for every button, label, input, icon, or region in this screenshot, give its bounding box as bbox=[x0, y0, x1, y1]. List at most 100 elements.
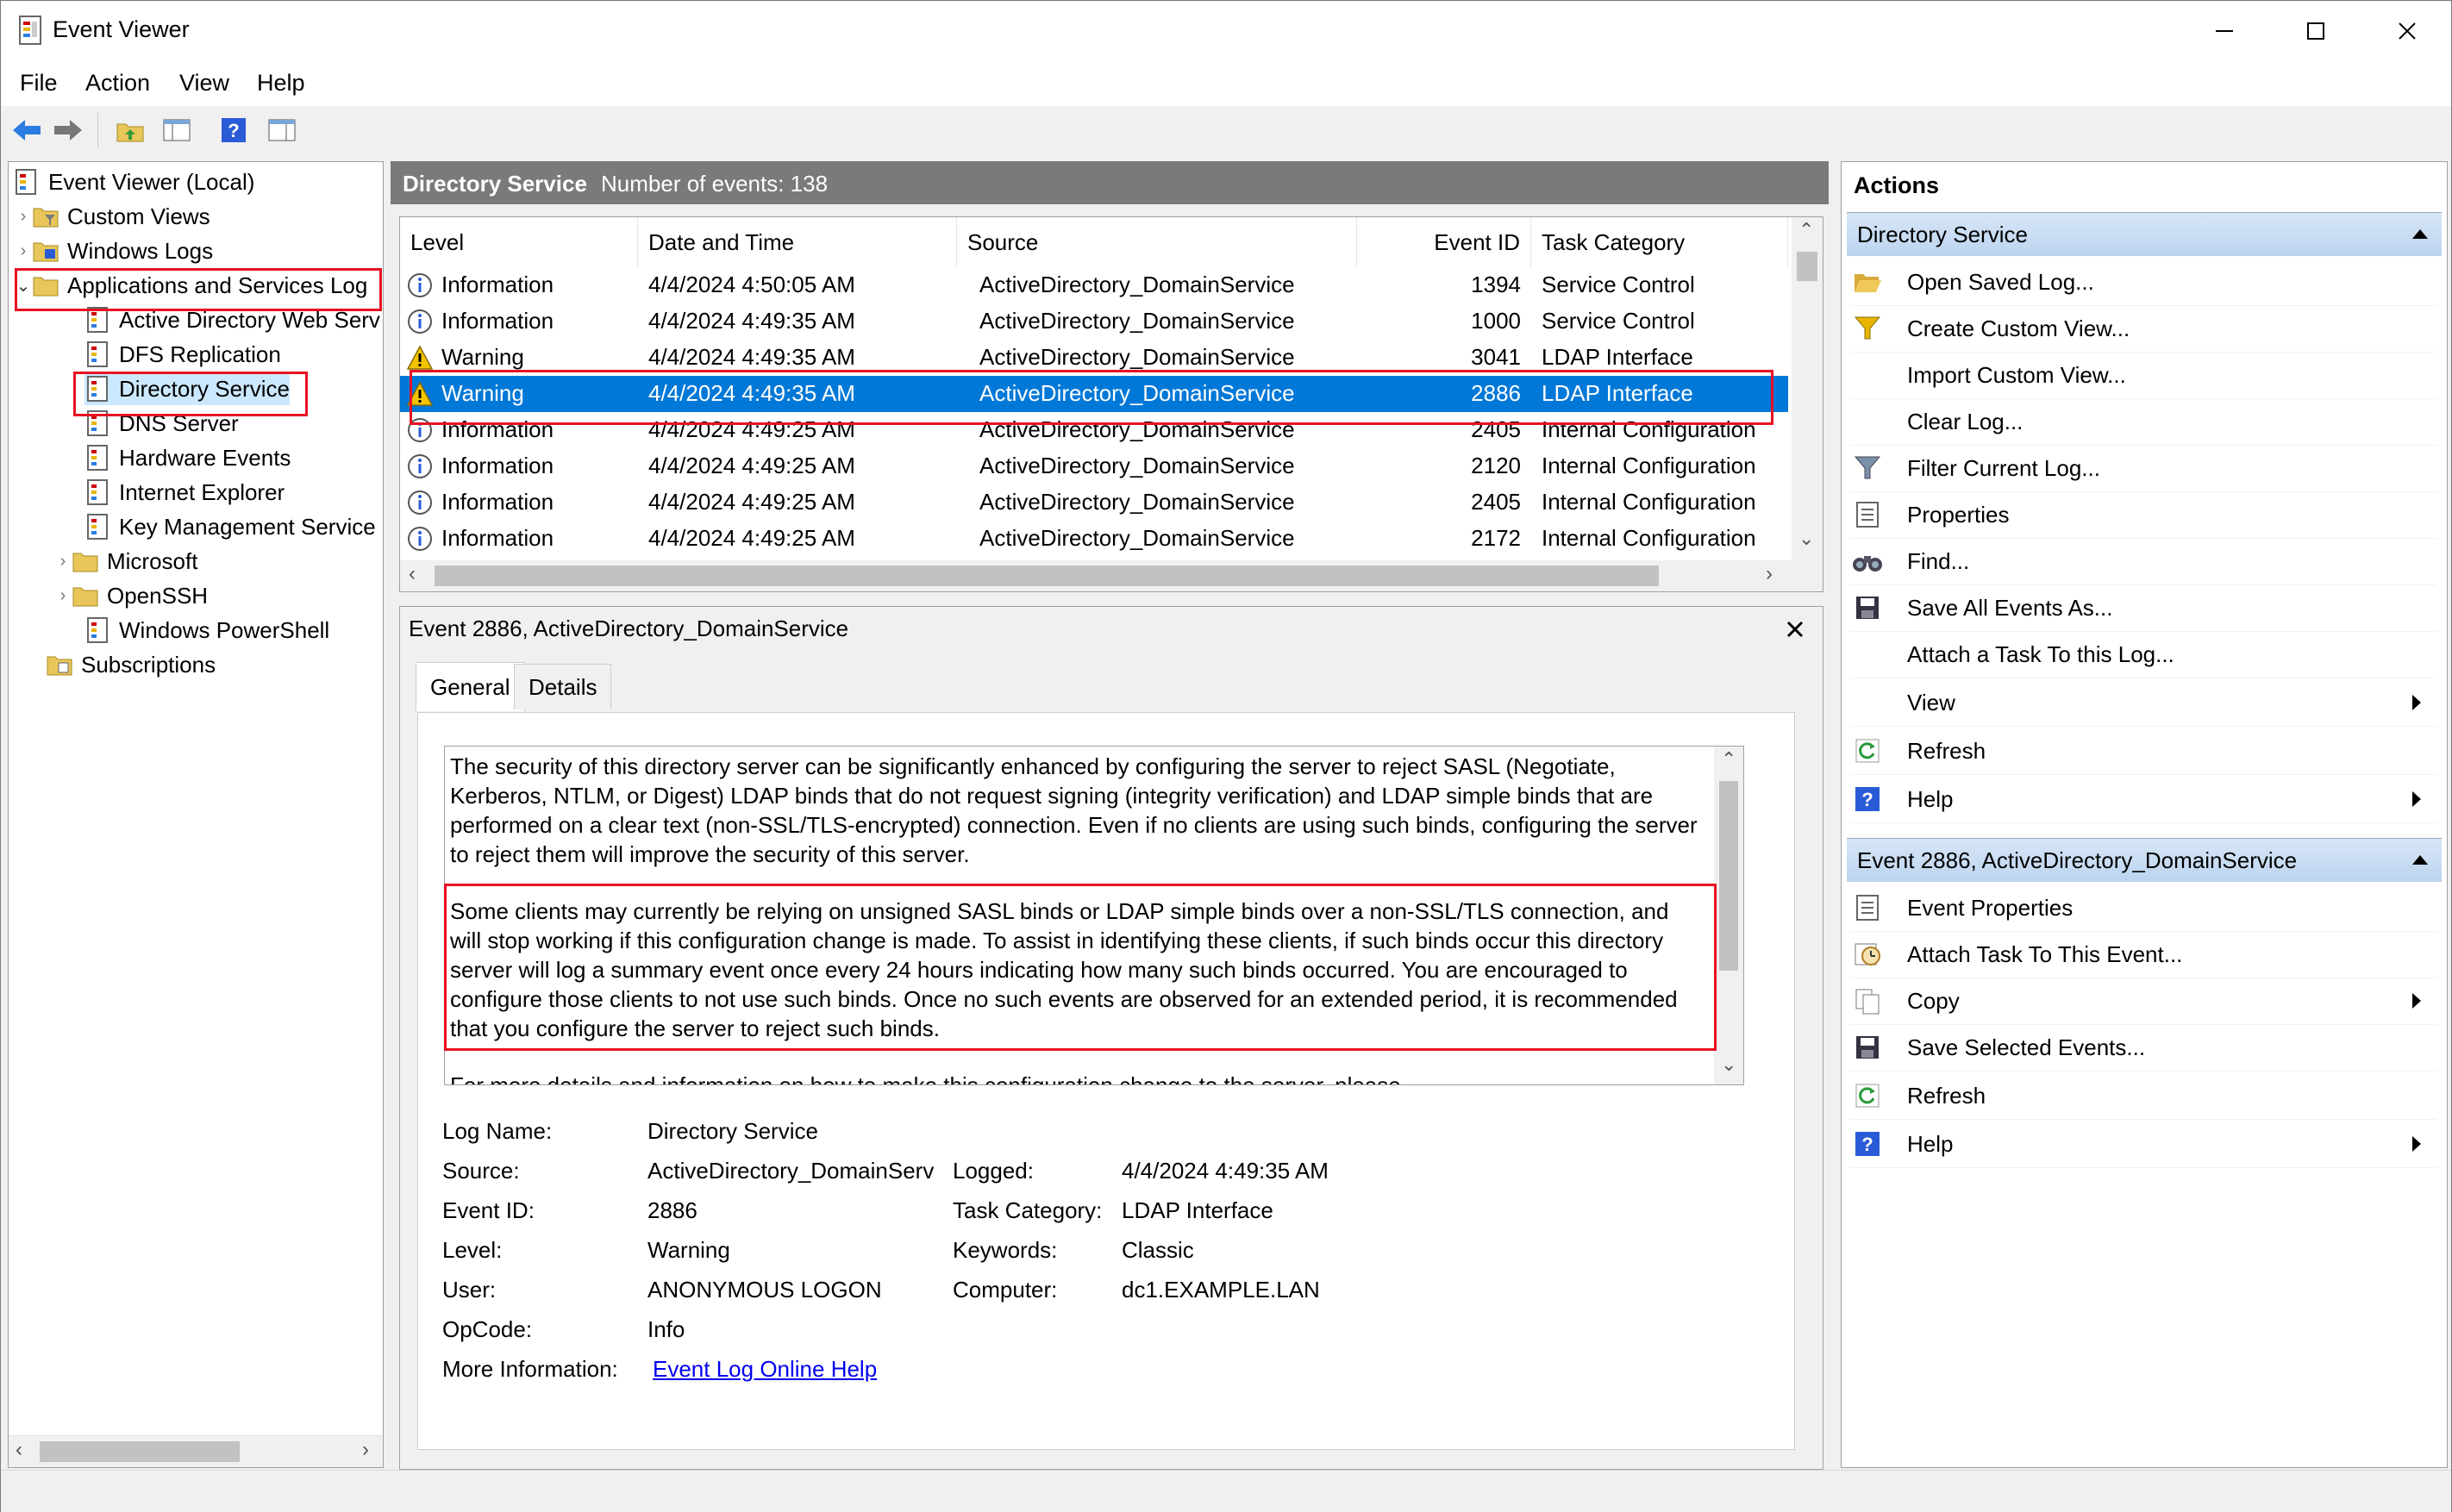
action-copy[interactable]: Copy bbox=[1850, 978, 2436, 1025]
tree-item-event-viewer-local[interactable]: Event Viewer (Local) bbox=[14, 166, 254, 198]
events-vertical-scrollbar[interactable]: ⌃ ⌄ bbox=[1792, 217, 1823, 560]
table-row-selected[interactable]: Warning 4/4/2024 4:49:35 AM ActiveDirect… bbox=[400, 376, 1788, 412]
table-row[interactable]: Information 4/4/2024 4:49:25 AM ActiveDi… bbox=[400, 412, 1788, 448]
tree-item-dfs-replication[interactable]: DFS Replication bbox=[84, 338, 281, 371]
chevron-right-icon[interactable]: › bbox=[53, 552, 72, 572]
action-attach-task-to-event[interactable]: Attach Task To This Event... bbox=[1850, 931, 2436, 978]
chevron-down-icon[interactable]: ⌄ bbox=[14, 275, 33, 297]
action-clear-log[interactable]: Clear Log... bbox=[1850, 398, 2436, 446]
minimize-button[interactable] bbox=[2179, 1, 2270, 61]
scroll-down-icon[interactable]: ⌄ bbox=[1798, 528, 1814, 550]
scroll-up-icon[interactable]: ⌃ bbox=[1798, 219, 1814, 241]
action-find[interactable]: Find... bbox=[1850, 538, 2436, 585]
scroll-right-icon[interactable]: › bbox=[1766, 562, 1773, 586]
tree-horizontal-scrollbar[interactable]: ‹ › bbox=[9, 1435, 383, 1467]
close-button[interactable] bbox=[2361, 1, 2452, 61]
cell-source: ActiveDirectory_DomainService bbox=[979, 308, 1295, 334]
action-open-saved-log[interactable]: Open Saved Log... bbox=[1850, 259, 2436, 306]
description-scrollbar[interactable]: ⌃ ⌄ bbox=[1714, 747, 1743, 1084]
chevron-right-icon[interactable]: › bbox=[14, 241, 33, 261]
chevron-right-icon[interactable]: › bbox=[53, 586, 72, 606]
column-header-level[interactable]: Level bbox=[400, 217, 638, 267]
action-view[interactable]: View bbox=[1850, 679, 2436, 727]
scroll-left-icon[interactable]: ‹ bbox=[409, 562, 416, 586]
tree-item-applications-and-services-logs[interactable]: ⌄ Applications and Services Log bbox=[14, 269, 368, 302]
back-button[interactable] bbox=[9, 111, 44, 149]
tree-item-custom-views[interactable]: › Custom Views bbox=[14, 200, 210, 233]
cell-level: Information bbox=[441, 416, 554, 442]
up-folder-button[interactable] bbox=[113, 111, 147, 149]
collapse-up-icon[interactable] bbox=[2411, 853, 2430, 866]
table-row[interactable]: Information 4/4/2024 4:49:25 AM ActiveDi… bbox=[400, 521, 1788, 557]
forward-button[interactable] bbox=[51, 111, 85, 149]
action-help-event[interactable]: ? Help bbox=[1850, 1121, 2436, 1168]
tree-item-directory-service[interactable]: Directory Service bbox=[84, 372, 290, 405]
event-log-online-help-link[interactable]: Event Log Online Help bbox=[653, 1356, 877, 1383]
cell-date: 4/4/2024 4:49:35 AM bbox=[648, 380, 855, 406]
tree-item-hardware-events[interactable]: Hardware Events bbox=[84, 441, 291, 474]
tree-item-windows-logs[interactable]: › Windows Logs bbox=[14, 234, 213, 267]
tab-details[interactable]: Details bbox=[514, 664, 612, 709]
tree-item-microsoft[interactable]: › Microsoft bbox=[53, 545, 198, 578]
tree-item-internet-explorer[interactable]: Internet Explorer bbox=[84, 476, 285, 509]
table-row[interactable]: Information 4/4/2024 4:49:25 AM ActiveDi… bbox=[400, 448, 1788, 484]
actions-section-event[interactable]: Event 2886, ActiveDirectory_DomainServic… bbox=[1847, 838, 2442, 882]
events-horizontal-scrollbar[interactable]: ‹ › bbox=[400, 560, 1823, 591]
scroll-up-icon[interactable]: ⌃ bbox=[1721, 748, 1736, 771]
action-save-all-events-as[interactable]: Save All Events As... bbox=[1850, 584, 2436, 632]
column-header-source[interactable]: Source bbox=[957, 217, 1357, 267]
action-import-custom-view[interactable]: Import Custom View... bbox=[1850, 352, 2436, 399]
maximize-button[interactable] bbox=[2270, 1, 2361, 61]
tree-item-dns-server[interactable]: DNS Server bbox=[84, 407, 239, 440]
scroll-thumb[interactable] bbox=[1719, 781, 1738, 971]
task-category-label: Task Category: bbox=[953, 1197, 1103, 1223]
table-row[interactable]: Information 4/4/2024 4:49:35 AM ActiveDi… bbox=[400, 303, 1788, 340]
scroll-right-icon[interactable]: › bbox=[362, 1438, 369, 1462]
menu-help[interactable]: Help bbox=[257, 70, 305, 97]
tree-item-active-directory-web-services[interactable]: Active Directory Web Serv bbox=[84, 303, 380, 336]
table-row[interactable]: Information 4/4/2024 4:49:25 AM ActiveDi… bbox=[400, 484, 1788, 521]
action-attach-task-to-log[interactable]: Attach a Task To this Log... bbox=[1850, 631, 2436, 678]
cell-event-id: 2120 bbox=[1471, 453, 1521, 478]
column-header-task-category[interactable]: Task Category bbox=[1531, 217, 1788, 267]
show-hide-action-pane-button[interactable] bbox=[265, 111, 299, 149]
action-create-custom-view[interactable]: Create Custom View... bbox=[1850, 305, 2436, 353]
opcode-value: Info bbox=[647, 1316, 685, 1342]
tree-label: Event Viewer (Local) bbox=[48, 168, 255, 195]
action-properties[interactable]: Properties bbox=[1850, 491, 2436, 539]
table-row[interactable]: Warning 4/4/2024 4:49:35 AM ActiveDirect… bbox=[400, 340, 1788, 376]
cell-level: Warning bbox=[441, 344, 524, 370]
menu-view[interactable]: View bbox=[179, 70, 229, 97]
action-save-selected-events[interactable]: Save Selected Events... bbox=[1850, 1024, 2436, 1072]
action-help[interactable]: ? Help bbox=[1850, 776, 2436, 823]
scroll-thumb[interactable] bbox=[1797, 252, 1817, 281]
scroll-thumb[interactable] bbox=[40, 1441, 240, 1462]
action-refresh[interactable]: Refresh bbox=[1850, 728, 2436, 775]
column-header-date-time[interactable]: Date and Time bbox=[638, 217, 957, 267]
action-event-properties[interactable]: Event Properties bbox=[1850, 884, 2436, 932]
action-refresh-event[interactable]: Refresh bbox=[1850, 1072, 2436, 1120]
actions-section-directory-service[interactable]: Directory Service bbox=[1847, 212, 2442, 256]
action-label: Refresh bbox=[1907, 737, 1986, 764]
collapse-up-icon[interactable] bbox=[2411, 227, 2430, 241]
chevron-right-icon[interactable]: › bbox=[14, 207, 33, 227]
tree-item-windows-powershell[interactable]: Windows PowerShell bbox=[84, 614, 329, 647]
cell-event-id: 2172 bbox=[1471, 525, 1521, 551]
action-filter-current-log[interactable]: Filter Current Log... bbox=[1850, 445, 2436, 492]
scroll-down-icon[interactable]: ⌄ bbox=[1721, 1053, 1736, 1076]
tree-item-openssh[interactable]: › OpenSSH bbox=[53, 579, 208, 612]
column-header-event-id[interactable]: Event ID bbox=[1357, 217, 1531, 267]
tab-general[interactable]: General bbox=[416, 662, 525, 711]
close-detail-button[interactable] bbox=[1780, 614, 1811, 645]
tree-item-key-management-service[interactable]: Key Management Service bbox=[84, 510, 376, 543]
help-button[interactable]: ? bbox=[216, 111, 251, 149]
scroll-thumb[interactable] bbox=[435, 565, 1659, 586]
menu-action[interactable]: Action bbox=[85, 70, 150, 97]
menu-file[interactable]: File bbox=[20, 70, 58, 97]
properties-icon bbox=[1850, 497, 1885, 532]
table-row[interactable]: Information 4/4/2024 4:50:05 AM ActiveDi… bbox=[400, 267, 1788, 303]
tree-item-subscriptions[interactable]: Subscriptions bbox=[47, 648, 216, 681]
toolbar: ? bbox=[1, 106, 2451, 154]
scroll-left-icon[interactable]: ‹ bbox=[16, 1438, 22, 1462]
show-hide-tree-button[interactable] bbox=[160, 111, 194, 149]
